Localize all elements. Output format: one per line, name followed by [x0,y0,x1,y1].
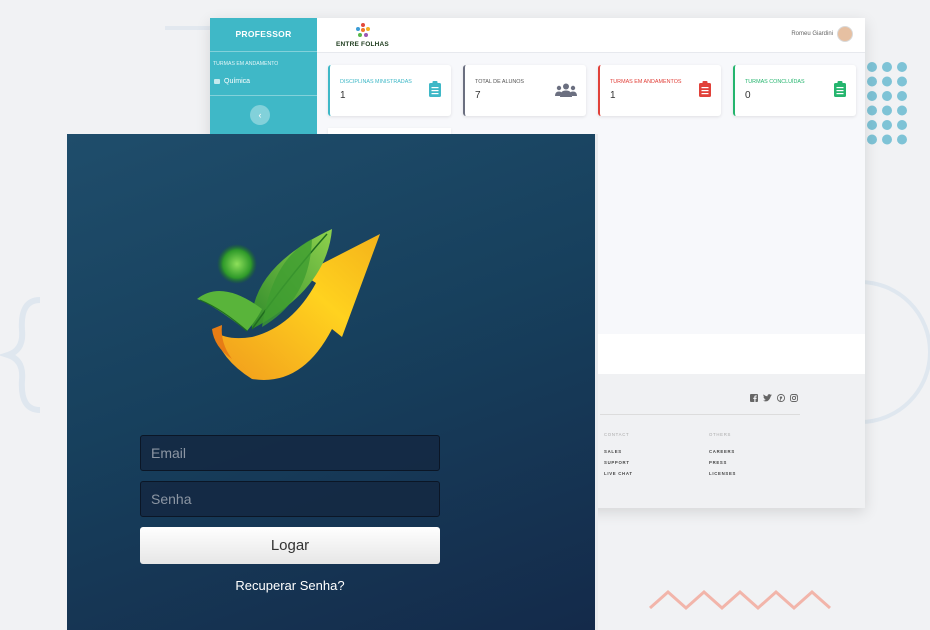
stat-label: TOTAL DE ALUNOS [475,79,525,85]
footer-link[interactable]: PRESS [709,460,736,465]
dot [882,76,892,87]
footer-contact-column: CONTACT SALES SUPPORT LIVE CHAT [604,432,633,482]
brand[interactable]: ENTRE FOLHAS [336,21,396,51]
footer-link[interactable]: SALES [604,449,633,454]
pinterest-icon[interactable] [777,394,785,402]
arc-decoration [859,280,930,424]
users-icon [555,83,577,97]
clipboard-icon [834,81,846,97]
twitter-icon[interactable] [763,394,772,402]
dot [882,62,892,72]
dot [867,120,877,130]
dot [897,76,907,87]
user-menu[interactable]: Romeu Giardini [791,26,853,42]
recover-password-link[interactable]: Recuperar Senha? [140,578,440,593]
stat-value: 7 [475,90,481,101]
dot [882,134,892,145]
clipboard-icon [699,81,711,97]
footer-divider [600,414,800,415]
sidebar-collapse-button[interactable]: ‹ [250,105,270,125]
dot [882,120,892,130]
class-icon [214,78,220,84]
login-button[interactable]: Logar [140,527,440,564]
sidebar-divider [210,95,317,96]
zigzag-decoration [649,589,831,611]
stat-value: 0 [745,90,751,101]
password-field[interactable] [140,481,440,517]
brace-decoration [0,297,41,413]
stat-label: DISCIPLINAS MINISTRADAS [340,79,412,85]
dot [882,91,892,101]
footer-link[interactable]: LIVE CHAT [604,471,633,476]
email-field[interactable] [140,435,440,471]
sidebar: PROFESSOR TURMAS EM ANDAMENTO Química ‹ [210,18,317,138]
footer-link[interactable]: CAREERS [709,449,736,454]
stat-cards: DISCIPLINAS MINISTRADAS 1 TOTAL DE ALUNO… [328,65,858,117]
footer-heading: OTHERS [709,432,732,437]
stat-card-turmas-concluidas[interactable]: TURMAS CONCLUÍDAS 0 [733,65,856,116]
sidebar-title: PROFESSOR [210,18,317,52]
dot-grid [867,62,907,145]
instagram-icon[interactable] [790,394,798,402]
dot [897,62,907,72]
stat-card-alunos[interactable]: TOTAL DE ALUNOS 7 [463,65,586,116]
chevron-left-icon: ‹ [258,110,262,120]
user-name: Romeu Giardini [791,31,833,37]
stat-value: 1 [610,90,616,101]
stat-label: TURMAS CONCLUÍDAS [745,79,805,85]
dot [867,91,877,101]
dot [897,91,907,101]
dot [867,76,877,87]
dot [867,105,877,116]
brand-name: ENTRE FOLHAS [336,41,389,48]
footer-heading: CONTACT [604,432,630,437]
dot [897,134,907,145]
sidebar-item-quimica[interactable]: Química [214,75,317,87]
dot [867,134,877,145]
stat-label: TURMAS EM ANDAMENTOS [610,79,682,85]
topbar: ENTRE FOLHAS Romeu Giardini [317,18,865,53]
leaf-arrow-logo [197,229,380,380]
sidebar-section-label: TURMAS EM ANDAMENTO [213,61,279,67]
facebook-icon[interactable] [750,394,758,402]
dot [897,105,907,116]
footer-link[interactable]: LICENSES [709,471,736,476]
dot [897,120,907,130]
stat-card-turmas-andamento[interactable]: TURMAS EM ANDAMENTOS 1 [598,65,721,116]
dot [867,62,877,72]
brand-logo-icon [356,23,370,37]
footer-link[interactable]: SUPPORT [604,460,633,465]
login-panel: Logar Recuperar Senha? [67,134,598,630]
social-links [750,394,798,402]
avatar [837,26,853,42]
sidebar-item-label: Química [224,77,251,85]
footer-others-column: OTHERS CAREERS PRESS LICENSES [709,432,736,482]
clipboard-icon [429,81,441,97]
dot [882,105,892,116]
stat-value: 1 [340,90,346,101]
stat-card-disciplinas[interactable]: DISCIPLINAS MINISTRADAS 1 [328,65,451,116]
